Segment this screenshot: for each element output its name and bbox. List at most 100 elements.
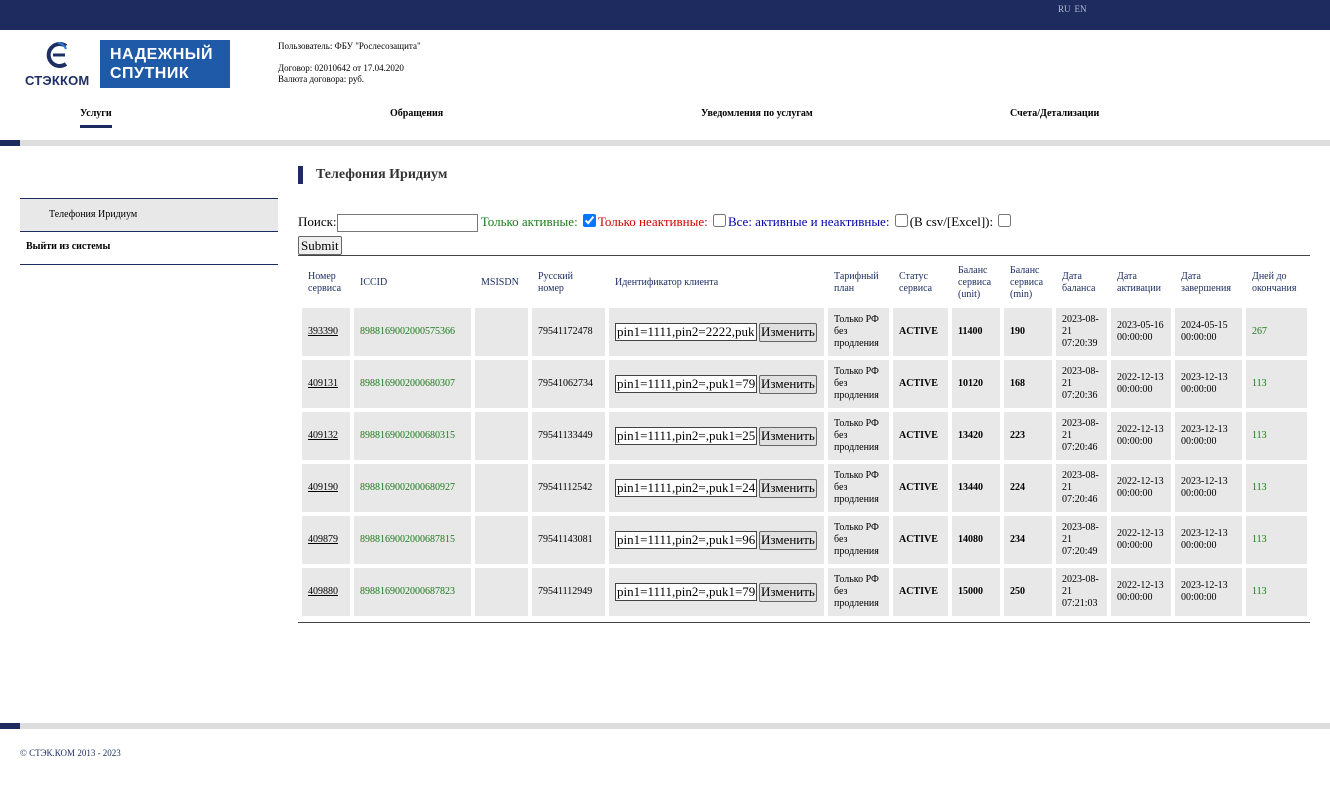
end-date-cell: 2023-12-13 00:00:00: [1175, 360, 1242, 408]
col-header-msisdn[interactable]: MSISDN: [475, 262, 528, 304]
end-date-cell: 2023-12-13 00:00:00: [1175, 464, 1242, 512]
client-id-input[interactable]: [615, 323, 757, 341]
footer-copyright: © СТЭК.КОМ 2013 - 2023: [20, 748, 121, 758]
plan-cell: Только РФ без продления: [828, 568, 889, 616]
service-number-link[interactable]: 409880: [302, 568, 350, 616]
client-id-cell: Изменить: [609, 412, 824, 460]
contract-currency: Валюта договора: руб.: [278, 74, 365, 84]
balance-min-cell: 224: [1004, 464, 1052, 512]
col-header-balance-min[interactable]: Баланс сервиса (min): [1004, 262, 1052, 304]
balance-unit-cell: 13420: [952, 412, 1000, 460]
plan-cell: Только РФ без продления: [828, 308, 889, 356]
col-header-days-left[interactable]: Дней до окончания: [1246, 262, 1307, 304]
service-number-link[interactable]: 409131: [302, 360, 350, 408]
search-input[interactable]: [336, 214, 478, 233]
change-button[interactable]: Изменить: [759, 530, 817, 550]
client-id-input[interactable]: [615, 583, 757, 601]
iccid-cell: 8988169002000680927: [354, 464, 471, 512]
footer-divider: [0, 723, 1330, 729]
header-divider: [0, 140, 1330, 146]
change-button[interactable]: Изменить: [759, 478, 817, 498]
col-header-plan[interactable]: Тарифный план: [828, 262, 889, 304]
client-id-input[interactable]: [615, 531, 757, 549]
change-button[interactable]: Изменить: [759, 322, 817, 342]
service-number-link[interactable]: 409190: [302, 464, 350, 512]
iccid-cell: 8988169002000687815: [354, 516, 471, 564]
client-id-input[interactable]: [615, 427, 757, 445]
table-bottom-rule: [298, 622, 1310, 623]
col-header-balance-date[interactable]: Дата баланса: [1056, 262, 1107, 304]
nav-tab-requests[interactable]: Обращения: [390, 108, 443, 119]
days-left-cell: 113: [1246, 412, 1307, 460]
balance-min-cell: 234: [1004, 516, 1052, 564]
user-name: Пользователь: ФБУ "Рослесозащита": [278, 41, 421, 51]
balance-unit-cell: 15000: [952, 568, 1000, 616]
search-label: Поиск:: [298, 214, 337, 229]
balance-unit-cell: 10120: [952, 360, 1000, 408]
service-number-link[interactable]: 409132: [302, 412, 350, 460]
all-checkbox[interactable]: [894, 214, 908, 227]
col-header-activation-date[interactable]: Дата активации: [1111, 262, 1171, 304]
lang-en-link[interactable]: EN: [1075, 4, 1087, 14]
activation-date-cell: 2022-12-13 00:00:00: [1111, 568, 1171, 616]
balance-unit-cell: 14080: [952, 516, 1000, 564]
balance-min-cell: 223: [1004, 412, 1052, 460]
submit-button[interactable]: Submit: [298, 236, 342, 255]
company-logo[interactable]: СТЭККОМ НАДЕЖНЫЙ СПУТНИК: [25, 40, 231, 88]
nav-tab-notifications[interactable]: Уведомления по услугам: [701, 108, 813, 119]
activation-date-cell: 2022-12-13 00:00:00: [1111, 360, 1171, 408]
service-number-link[interactable]: 409879: [302, 516, 350, 564]
lang-ru-link[interactable]: RU: [1058, 4, 1071, 14]
logout-link[interactable]: Выйти из системы: [20, 231, 278, 265]
iccid-cell: 8988169002000680315: [354, 412, 471, 460]
balance-date-cell: 2023-08-21 07:20:36: [1056, 360, 1107, 408]
plan-cell: Только РФ без продления: [828, 412, 889, 460]
col-header-status[interactable]: Статус сервиса: [893, 262, 948, 304]
table-row: 409190 8988169002000680927 79541112542 И…: [302, 464, 1307, 512]
logo-tagline-box: НАДЕЖНЫЙ СПУТНИК: [100, 40, 230, 88]
status-cell: ACTIVE: [893, 516, 948, 564]
service-number-link[interactable]: 393390: [302, 308, 350, 356]
nav-tab-services[interactable]: Услуги: [80, 108, 112, 128]
col-header-client-id[interactable]: Идентификатор клиента: [609, 262, 824, 304]
sidebar-item-iridium[interactable]: Телефония Иридиум: [20, 198, 278, 231]
client-id-cell: Изменить: [609, 308, 824, 356]
msisdn-cell: [475, 412, 528, 460]
plan-cell: Только РФ без продления: [828, 516, 889, 564]
only-active-label: Только активные:: [480, 214, 578, 229]
col-header-balance-unit[interactable]: Баланс сервиса (unit): [952, 262, 1000, 304]
only-active-checkbox[interactable]: [582, 214, 596, 227]
client-id-cell: Изменить: [609, 568, 824, 616]
client-id-cell: Изменить: [609, 464, 824, 512]
end-date-cell: 2023-12-13 00:00:00: [1175, 412, 1242, 460]
logo-wordmark: СТЭККОМ: [25, 73, 90, 88]
activation-date-cell: 2022-12-13 00:00:00: [1111, 412, 1171, 460]
activation-date-cell: 2022-12-13 00:00:00: [1111, 464, 1171, 512]
status-cell: ACTIVE: [893, 464, 948, 512]
days-left-cell: 113: [1246, 516, 1307, 564]
plan-cell: Только РФ без продления: [828, 360, 889, 408]
col-header-iccid[interactable]: ICCID: [354, 262, 471, 304]
balance-date-cell: 2023-08-21 07:20:46: [1056, 412, 1107, 460]
col-header-ru-number[interactable]: Русский номер: [532, 262, 605, 304]
days-left-cell: 267: [1246, 308, 1307, 356]
change-button[interactable]: Изменить: [759, 426, 817, 446]
nav-tab-invoices[interactable]: Счета/Детализации: [1010, 108, 1099, 119]
col-header-end-date[interactable]: Дата завершения: [1175, 262, 1242, 304]
client-id-input[interactable]: [615, 375, 757, 393]
csv-checkbox[interactable]: [998, 214, 1012, 227]
balance-unit-cell: 13440: [952, 464, 1000, 512]
col-header-service[interactable]: Номер сервиса: [302, 262, 350, 304]
client-id-input[interactable]: [615, 479, 757, 497]
ru-number-cell: 79541112949: [532, 568, 605, 616]
only-inactive-checkbox[interactable]: [712, 214, 726, 227]
change-button[interactable]: Изменить: [759, 374, 817, 394]
client-id-cell: Изменить: [609, 360, 824, 408]
table-row: 409131 8988169002000680307 79541062734 И…: [302, 360, 1307, 408]
status-cell: ACTIVE: [893, 412, 948, 460]
change-button[interactable]: Изменить: [759, 582, 817, 602]
balance-min-cell: 168: [1004, 360, 1052, 408]
status-cell: ACTIVE: [893, 308, 948, 356]
msisdn-cell: [475, 568, 528, 616]
ru-number-cell: 79541133449: [532, 412, 605, 460]
